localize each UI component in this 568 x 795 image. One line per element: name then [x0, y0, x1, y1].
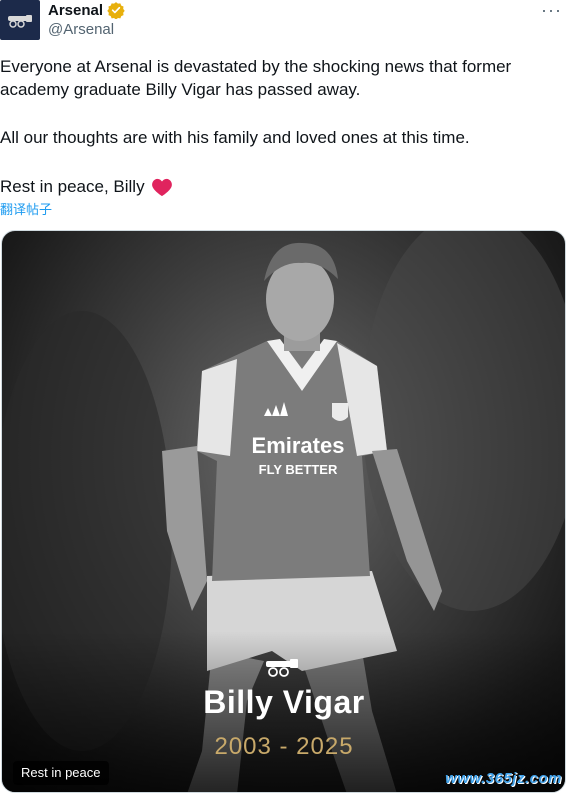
name-row: Arsenal: [48, 1, 125, 19]
shirt-sponsor: Emirates: [252, 433, 345, 458]
rest-in-peace-text: Rest in peace, Billy: [0, 177, 145, 196]
image-alt-badge[interactable]: Rest in peace: [13, 761, 109, 785]
arsenal-cannon-icon: [266, 659, 298, 677]
avatar[interactable]: [0, 0, 40, 40]
memorial-name: Billy Vigar: [203, 684, 365, 720]
display-name[interactable]: Arsenal: [48, 2, 103, 19]
more-options-button[interactable]: ···: [541, 0, 562, 21]
verified-badge-icon: [107, 2, 125, 19]
tweet-paragraph-3: Rest in peace, Billy: [0, 175, 560, 198]
memorial-years: 2003 - 2025: [214, 733, 354, 760]
tweet: Arsenal @Arsenal ··· Everyone at Arsenal…: [0, 0, 568, 795]
tweet-paragraph-1: Everyone at Arsenal is devastated by the…: [0, 57, 512, 99]
red-heart-icon: [151, 178, 172, 196]
site-watermark: www.365jz.com: [445, 770, 562, 787]
arsenal-cannon-icon: [8, 15, 32, 28]
shirt-sponsor-tagline: FLY BETTER: [259, 462, 338, 477]
shirt-crest-icon: [332, 403, 348, 421]
translate-post-link[interactable]: 翻译帖子: [0, 199, 52, 218]
account-handle[interactable]: @Arsenal: [48, 21, 114, 38]
tweet-paragraph-2: All our thoughts are with his family and…: [0, 128, 470, 147]
